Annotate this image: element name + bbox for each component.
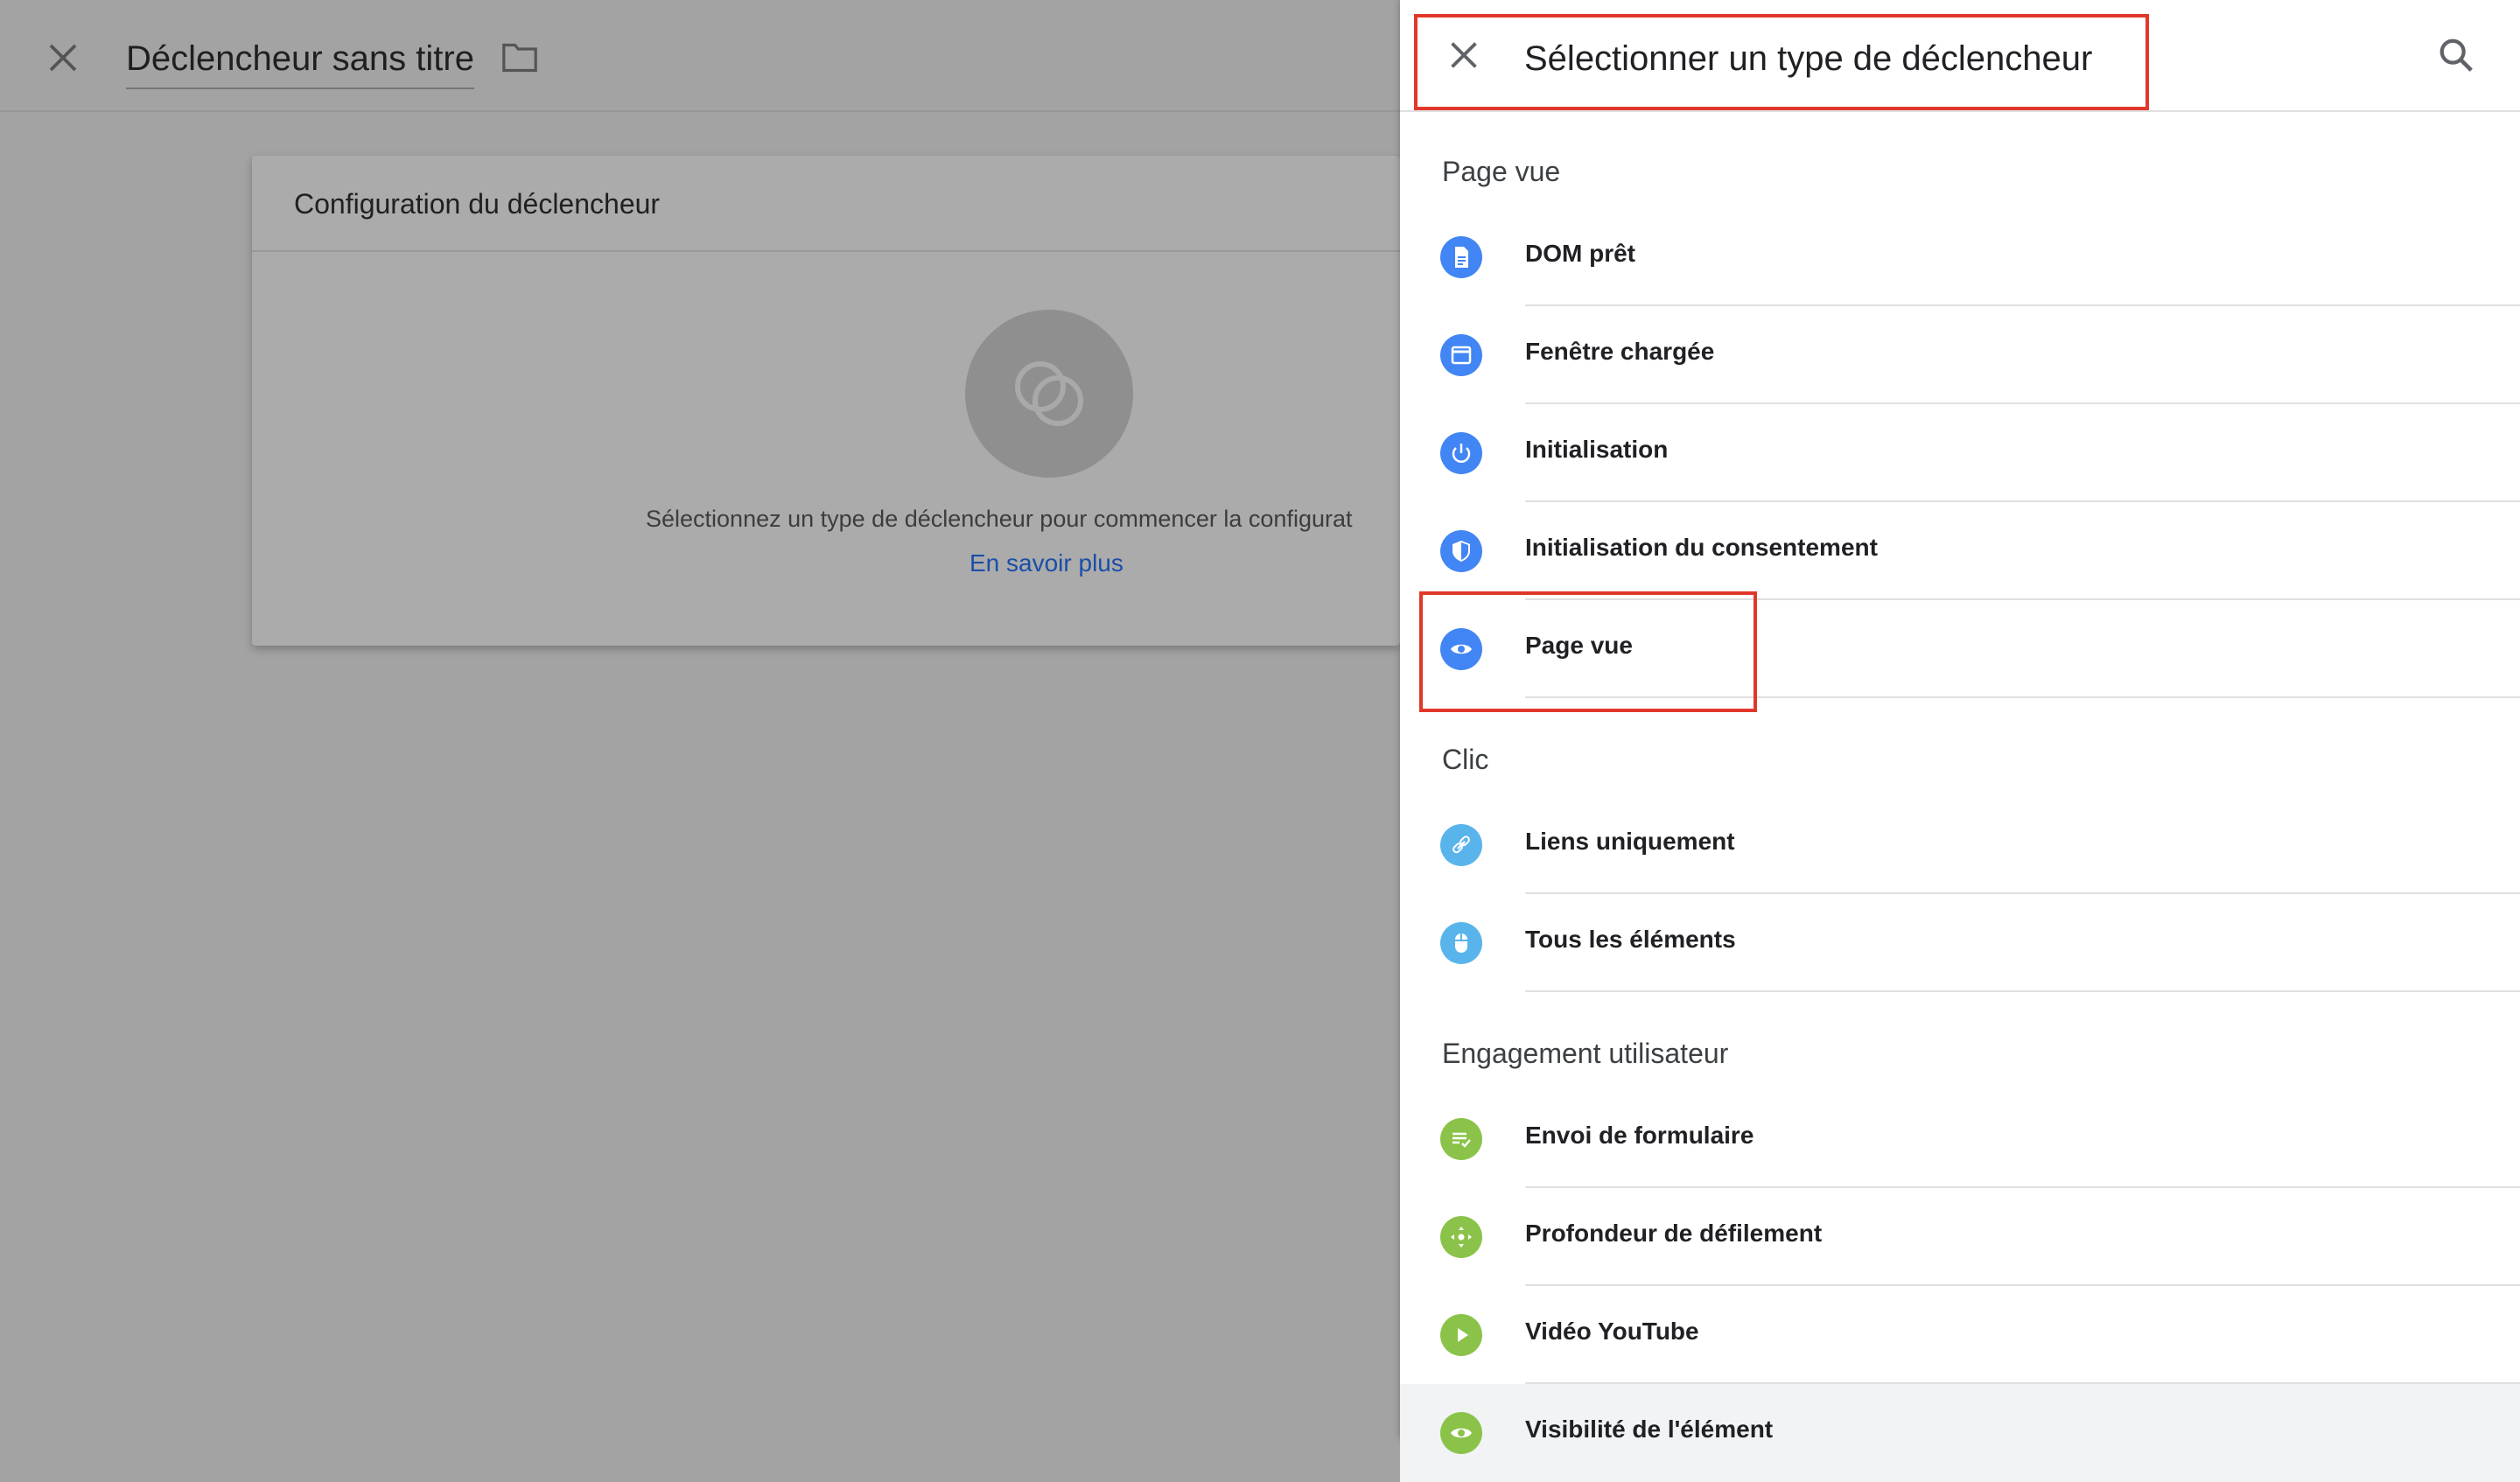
folder-icon[interactable] <box>500 40 539 75</box>
trigger-item-label: Initialisation du consentement <box>1525 534 1878 561</box>
trigger-item-youtube-video[interactable]: Vidéo YouTube <box>1400 1286 2520 1384</box>
title-highlight-box <box>1414 14 2149 110</box>
trigger-item-all-elements[interactable]: Tous les éléments <box>1400 894 2520 992</box>
trigger-name-field[interactable]: Déclencheur sans titre <box>126 33 474 89</box>
trigger-item-scroll-depth[interactable]: Profondeur de défilement <box>1400 1188 2520 1286</box>
scroll-icon <box>1440 1216 1482 1258</box>
trigger-item-links-only[interactable]: Liens uniquement <box>1400 796 2520 894</box>
power-icon <box>1440 432 1482 474</box>
trigger-item-label: Vidéo YouTube <box>1525 1318 1699 1345</box>
trigger-item-dom-ready[interactable]: DOM prêt <box>1400 208 2520 306</box>
trigger-item-consent-initialization[interactable]: Initialisation du consentement <box>1400 502 2520 600</box>
section-label-page-view: Page vue <box>1442 156 1561 187</box>
search-icon[interactable] <box>2436 35 2476 75</box>
trigger-placeholder-icon[interactable] <box>965 310 1133 478</box>
trigger-item-element-visibility[interactable]: Visibilité de l'élément <box>1400 1384 2520 1482</box>
page-view-highlight-box <box>1419 591 1757 712</box>
trigger-item-label: Initialisation <box>1525 436 1669 463</box>
card-heading: Configuration du déclencheur <box>252 156 1400 252</box>
trigger-item-label: Tous les éléments <box>1525 926 1736 953</box>
trigger-item-label: Visibilité de l'élément <box>1525 1416 1774 1443</box>
learn-more-link[interactable]: En savoir plus <box>970 549 1124 577</box>
shield-icon <box>1440 530 1482 572</box>
trigger-item-label: DOM prêt <box>1525 240 1635 267</box>
trigger-item-label: Profondeur de défilement <box>1525 1220 1823 1247</box>
trigger-item-label: Envoi de formulaire <box>1525 1122 1754 1149</box>
config-hint-text: Sélectionnez un type de déclencheur pour… <box>646 506 1353 532</box>
trigger-item-initialization[interactable]: Initialisation <box>1400 404 2520 502</box>
mouse-icon <box>1440 922 1482 964</box>
eye-icon <box>1440 1412 1482 1454</box>
trigger-item-window-loaded[interactable]: Fenêtre chargée <box>1400 306 2520 404</box>
trigger-item-label: Liens uniquement <box>1525 828 1735 855</box>
play-icon <box>1440 1314 1482 1356</box>
form-icon <box>1440 1118 1482 1160</box>
trigger-configuration-card[interactable]: Configuration du déclencheur Sélectionne… <box>252 156 1400 646</box>
link-icon <box>1440 824 1482 866</box>
trigger-editor: Déclencheur sans titre Configuration du … <box>0 0 1400 1438</box>
section-label-click: Clic <box>1442 744 1489 775</box>
divider <box>1525 990 2520 992</box>
window-icon <box>1440 334 1482 376</box>
trigger-item-form-submission[interactable]: Envoi de formulaire <box>1400 1090 2520 1188</box>
section-label-user-engagement: Engagement utilisateur <box>1442 1038 1729 1069</box>
trigger-type-panel: Sélectionner un type de déclencheur Page… <box>1400 0 2520 1482</box>
close-icon[interactable] <box>38 33 88 82</box>
trigger-item-label: Fenêtre chargée <box>1525 338 1715 365</box>
editor-header: Déclencheur sans titre <box>0 0 1400 112</box>
document-icon <box>1440 236 1482 278</box>
